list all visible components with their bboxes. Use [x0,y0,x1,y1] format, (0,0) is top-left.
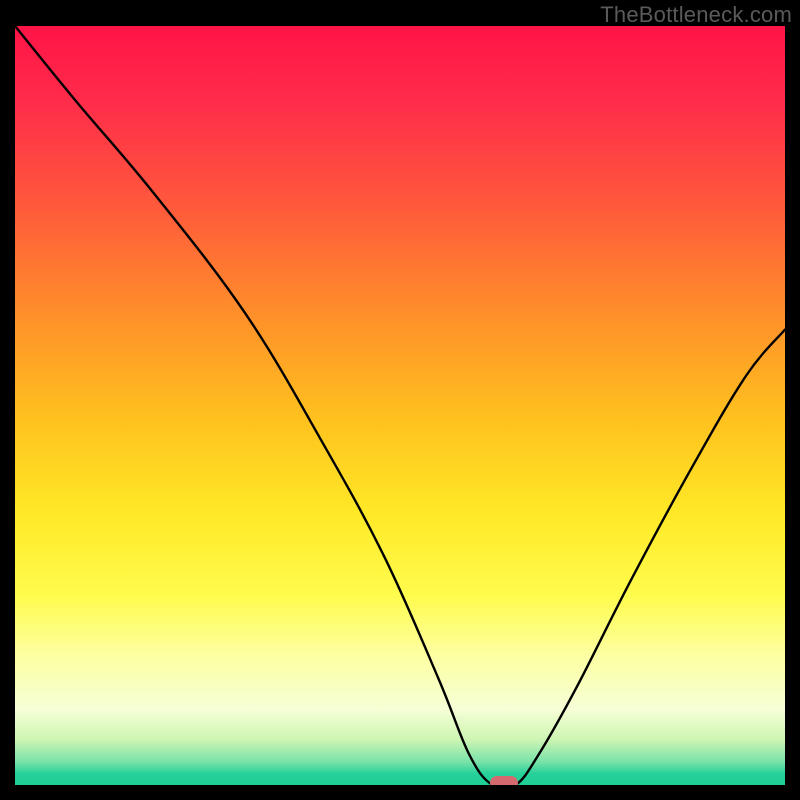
watermark-text: TheBottleneck.com [600,2,792,28]
bottleneck-curve [15,26,785,785]
plot-area [15,26,785,785]
sweet-spot-marker [490,776,518,785]
chart-frame: TheBottleneck.com [0,0,800,800]
